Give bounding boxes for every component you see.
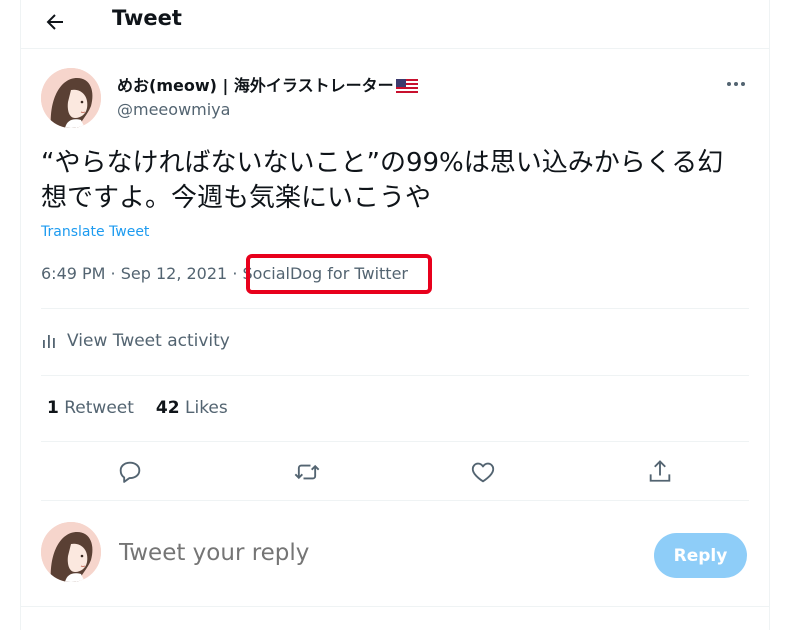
divider <box>41 308 749 309</box>
us-flag-icon <box>395 79 418 93</box>
author-handle[interactable]: @meeowmiya <box>117 100 230 119</box>
reply-button[interactable]: Reply <box>654 533 747 578</box>
tweet-timestamp[interactable]: 6:49 PM · Sep 12, 2021 <box>41 264 227 283</box>
author-avatar[interactable] <box>41 68 101 128</box>
divider <box>41 441 749 442</box>
meta-separator: · <box>232 264 238 283</box>
tweet-text: “やらなければないないこと”の99%は思い込みからくる幻想ですよ。今週も気楽にい… <box>41 148 724 213</box>
reply-icon[interactable] <box>116 458 144 486</box>
like-icon[interactable] <box>469 458 497 486</box>
view-activity-link[interactable]: View Tweet activity <box>41 331 230 351</box>
view-activity-label: View Tweet activity <box>67 331 230 351</box>
tweet-actions <box>21 450 769 494</box>
likes-stat[interactable]: 42 Likes <box>156 398 228 418</box>
arrow-left-icon[interactable] <box>43 10 67 34</box>
reply-input[interactable] <box>119 540 639 566</box>
ellipsis-icon[interactable] <box>723 72 749 96</box>
source-highlight-box <box>246 254 432 294</box>
divider <box>41 500 749 501</box>
share-icon[interactable] <box>646 458 674 486</box>
reply-avatar <box>41 522 101 582</box>
retweets-stat[interactable]: 1 Retweet <box>47 398 134 418</box>
retweet-icon[interactable] <box>293 458 321 486</box>
translate-tweet-link[interactable]: Translate Tweet <box>41 224 149 240</box>
divider <box>41 375 749 376</box>
author-display-name[interactable]: めお(meow) | 海外イラストレーター <box>117 72 418 96</box>
divider <box>21 606 769 607</box>
tweet-stats: 1 Retweet 42 Likes <box>47 398 228 418</box>
page-title: Tweet <box>112 6 182 30</box>
page-header: Tweet <box>21 0 769 49</box>
tweet-column: Tweet めお(meow) | 海外イラストレーター @meeowmiya “… <box>20 0 770 630</box>
bar-chart-icon <box>43 335 55 348</box>
